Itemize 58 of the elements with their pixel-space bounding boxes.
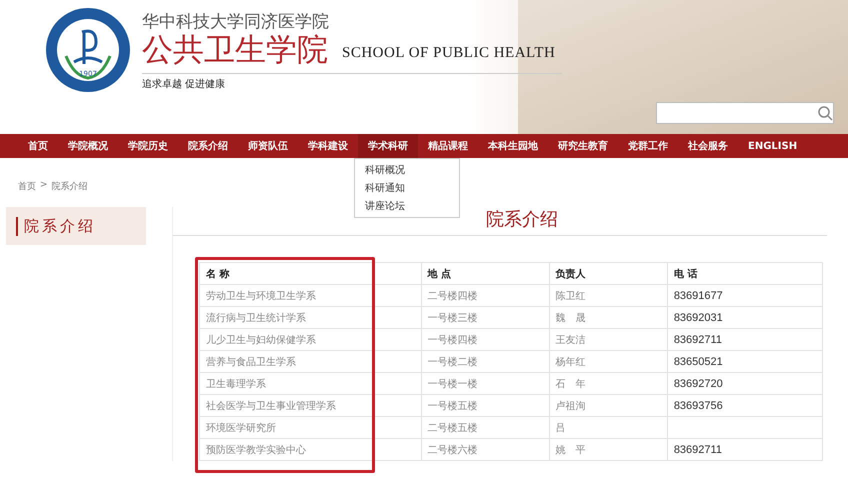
nav-item[interactable]: 本科生园地 <box>478 134 548 158</box>
breadcrumb-separator: > <box>40 180 48 192</box>
table-cell: 二号楼六楼 <box>421 438 550 460</box>
table-cell: 一号楼一楼 <box>421 372 550 394</box>
school-name: 华中科技大学同济医学院 <box>142 11 330 33</box>
table-cell: 83692711 <box>667 328 822 350</box>
dropdown-item[interactable]: 科研概况 <box>355 161 459 179</box>
nav-item[interactable]: 学院概况 <box>58 134 118 158</box>
table-cell: 一号楼三楼 <box>421 306 550 328</box>
dropdown-item[interactable]: 科研通知 <box>355 179 459 197</box>
nav-item[interactable]: 社会服务 <box>678 134 738 158</box>
table-cell: 卢祖洵 <box>549 394 668 416</box>
table-cell: 儿少卫生与妇幼保健学系 <box>200 328 422 350</box>
english-name: SCHOOL OF PUBLIC HEALTH <box>342 45 556 64</box>
table-cell: 二号楼四楼 <box>421 284 550 306</box>
table-cell: 卫生毒理学系 <box>200 372 422 394</box>
nav-item[interactable]: 学科建设 <box>298 134 358 158</box>
table-cell: 魏 晟 <box>549 306 668 328</box>
table-cell: 一号楼二楼 <box>421 350 550 372</box>
nav-item[interactable]: 学院历史 <box>118 134 178 158</box>
table-cell: 吕 <box>549 416 668 438</box>
table-cell: 一号楼四楼 <box>421 328 550 350</box>
college-name: 公共卫生学院 <box>142 33 328 68</box>
nav-item[interactable]: 师资队伍 <box>238 134 298 158</box>
nav-item[interactable]: ENGLISH <box>738 134 808 158</box>
nav-item[interactable]: 党群工作 <box>618 134 678 158</box>
nav-item[interactable]: 精品课程 <box>418 134 478 158</box>
table-cell: 一号楼五楼 <box>421 394 550 416</box>
table-cell: 营养与食品卫生学系 <box>200 350 422 372</box>
column-header: 地 点 <box>421 262 550 284</box>
table-cell: 王友洁 <box>549 328 668 350</box>
table-cell: 杨年红 <box>549 350 668 372</box>
nav-item[interactable]: 研究生教育 <box>548 134 618 158</box>
sidebar-title: 院系介绍 <box>16 216 96 236</box>
table-cell: 83691677 <box>667 284 822 306</box>
search-field[interactable] <box>656 102 834 124</box>
table-cell: 劳动卫生与环境卫生学系 <box>200 284 422 306</box>
column-header: 名 称 <box>200 262 422 284</box>
table-cell: 陈卫红 <box>549 284 668 306</box>
table-cell: 环境医学研究所 <box>200 416 422 438</box>
table-cell: 流行病与卫生统计学系 <box>200 306 422 328</box>
nav-item[interactable]: 首页 <box>18 134 58 158</box>
breadcrumb-current: 院系介绍 <box>52 180 88 193</box>
table-cell: 83650521 <box>667 350 822 372</box>
table-cell: 83692720 <box>667 372 822 394</box>
table-cell: 预防医学教学实验中心 <box>200 438 422 460</box>
table-cell: 社会医学与卫生事业管理学系 <box>200 394 422 416</box>
nav-item[interactable]: 院系介绍 <box>178 134 238 158</box>
table-cell: 83692031 <box>667 306 822 328</box>
search-icon[interactable] <box>817 105 833 121</box>
breadcrumb-link[interactable]: 首页 <box>18 180 36 193</box>
table-cell: 83692711 <box>667 438 822 460</box>
column-header: 电 话 <box>667 262 822 284</box>
table-cell: 姚 平 <box>549 438 668 460</box>
column-header: 负责人 <box>549 262 668 284</box>
table-cell: 83693756 <box>667 394 822 416</box>
table-cell: 石 年 <box>549 372 668 394</box>
table-cell: 二号楼五楼 <box>421 416 550 438</box>
